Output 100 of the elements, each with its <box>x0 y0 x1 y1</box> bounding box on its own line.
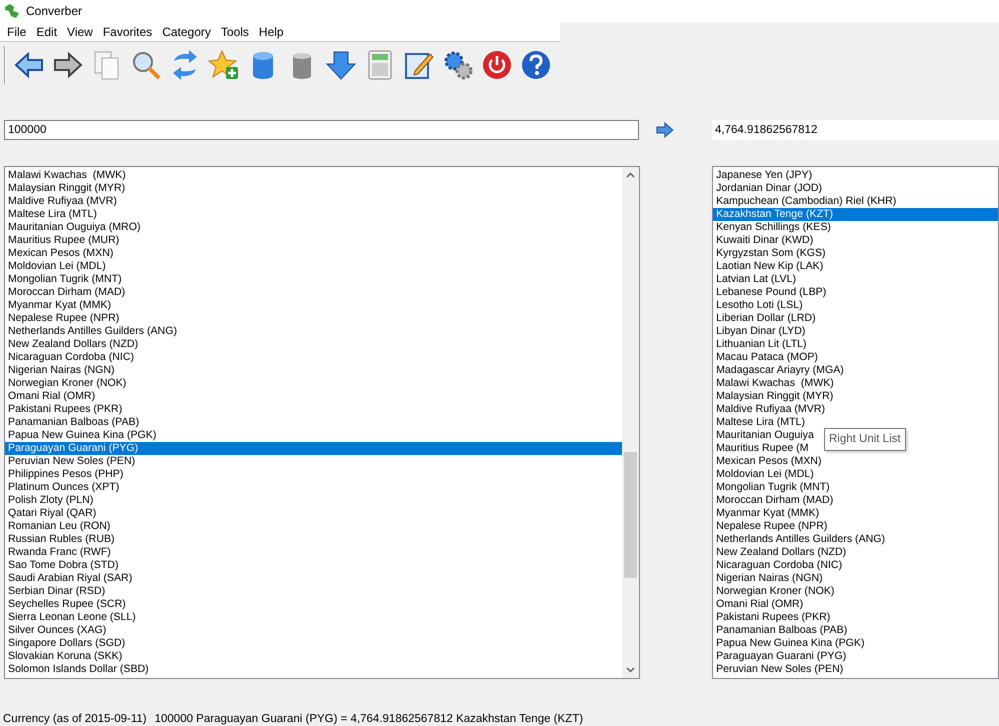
list-item[interactable]: Nigerian Nairas (NGN) <box>5 364 115 377</box>
list-item[interactable]: Lebanese Pound (LBP) <box>713 286 826 299</box>
menu-item[interactable]: View <box>63 22 99 41</box>
down-arrow-icon[interactable] <box>325 49 357 81</box>
list-item[interactable]: Maltese Lira (MTL) <box>713 416 805 429</box>
list-item[interactable]: Omani Rial (OMR) <box>713 598 804 611</box>
list-item[interactable]: Moldovian Lei (MDL) <box>713 468 814 481</box>
list-item[interactable]: Mauritius Rupee (M <box>713 442 809 455</box>
list-item[interactable]: Solomon Islands Dollar (SBD) <box>5 663 149 676</box>
list-item[interactable]: Seychelles Rupee (SCR) <box>5 598 126 611</box>
list-item[interactable]: Lithuanian Lit (LTL) <box>713 338 807 351</box>
list-item[interactable]: Mexican Pesos (MXN) <box>713 455 822 468</box>
back-arrow-icon[interactable] <box>13 49 45 81</box>
result-field[interactable]: 4,764.91862567812 <box>712 120 999 140</box>
convert-arrow-icon[interactable] <box>655 122 676 138</box>
left-unit-list[interactable] <box>4 166 640 679</box>
list-item[interactable]: Moroccan Dirham (MAD) <box>5 286 126 299</box>
list-item[interactable]: Mauritius Rupee (MUR) <box>5 234 120 247</box>
list-item[interactable]: Moroccan Dirham (MAD) <box>713 494 834 507</box>
right-unit-list[interactable] <box>712 166 999 679</box>
list-item[interactable]: Japanese Yen (JPY) <box>713 169 812 182</box>
list-item[interactable]: Singapore Dollars (SGD) <box>5 637 126 650</box>
menu-item[interactable]: File <box>3 22 32 41</box>
list-item[interactable]: Nepalese Rupee (NPR) <box>5 312 120 325</box>
list-item[interactable]: Maldive Rufiyaa (MVR) <box>5 195 117 208</box>
list-item[interactable]: Paraguayan Guarani (PYG) <box>713 650 846 663</box>
list-item[interactable]: Mongolian Tugrik (MNT) <box>5 273 122 286</box>
list-item[interactable]: Kampuchean (Cambodian) Riel (KHR) <box>713 195 896 208</box>
list-item[interactable]: Malawi Kwachas (MWK) <box>713 377 834 390</box>
help-icon[interactable] <box>520 49 552 81</box>
power-icon[interactable] <box>481 49 513 81</box>
list-item[interactable]: Myanmar Kyat (MMK) <box>713 507 820 520</box>
list-item[interactable]: Slovakian Koruna (SKK) <box>5 650 122 663</box>
list-item[interactable]: Malawi Kwachas (MWK) <box>5 169 126 182</box>
list-item[interactable]: Peruvian New Soles (PEN) <box>5 455 136 468</box>
list-item[interactable]: Saudi Arabian Riyal (SAR) <box>5 572 132 585</box>
list-item[interactable]: Sao Tome Dobra (STD) <box>5 559 118 572</box>
list-item[interactable]: Pakistani Rupees (PKR) <box>713 611 830 624</box>
list-item[interactable]: Kuwaiti Dinar (KWD) <box>713 234 814 247</box>
list-item[interactable]: Laotian New Kip (LAK) <box>713 260 824 273</box>
list-item[interactable]: Norwegian Kroner (NOK) <box>713 585 834 598</box>
menu-item[interactable]: Tools <box>216 22 255 41</box>
list-item[interactable]: Libyan Dinar (LYD) <box>713 325 806 338</box>
list-item[interactable]: Norwegian Kroner (NOK) <box>5 377 126 390</box>
list-item[interactable]: Romanian Leu (RON) <box>5 520 110 533</box>
list-item[interactable]: Myanmar Kyat (MMK) <box>5 299 112 312</box>
list-item[interactable]: Pakistani Rupees (PKR) <box>5 403 122 416</box>
list-item[interactable]: Kyrgyzstan Som (KGS) <box>713 247 826 260</box>
menu-item[interactable]: Favorites <box>98 22 158 41</box>
list-item[interactable]: Serbian Dinar (RSD) <box>5 585 106 598</box>
list-item[interactable]: Nicaraguan Cordoba (NIC) <box>713 559 842 572</box>
list-item[interactable]: Mexican Pesos (MXN) <box>5 247 114 260</box>
list-item[interactable]: Kazakhstan Tenge (KZT) <box>713 208 998 221</box>
list-item[interactable]: Polish Zloty (PLN) <box>5 494 94 507</box>
list-item[interactable]: Maltese Lira (MTL) <box>5 208 97 221</box>
settings-icon[interactable] <box>442 49 474 81</box>
window-title: Converber <box>26 3 82 20</box>
list-item[interactable]: Netherlands Antilles Guilders (ANG) <box>713 533 886 546</box>
list-item[interactable]: Peruvian New Soles (PEN) <box>713 663 844 676</box>
list-item[interactable]: Sierra Leonan Leone (SLL) <box>5 611 136 624</box>
forward-arrow-icon[interactable] <box>52 49 84 81</box>
list-item[interactable]: Liberian Dollar (LRD) <box>713 312 816 325</box>
list-item[interactable]: Latvian Lat (LVL) <box>713 273 796 286</box>
list-item[interactable]: Russian Rubles (RUB) <box>5 533 115 546</box>
list-item[interactable]: Nicaraguan Cordoba (NIC) <box>5 351 134 364</box>
list-item[interactable]: Paraguayan Guarani (PYG) <box>5 442 622 455</box>
list-item[interactable]: Panamanian Balboas (PAB) <box>713 624 848 637</box>
list-item[interactable]: Mauritanian Ouguiya <box>713 429 814 442</box>
list-item[interactable]: Moldovian Lei (MDL) <box>5 260 106 273</box>
list-item[interactable]: Mauritanian Ouguiya (MRO) <box>5 221 140 234</box>
list-item[interactable]: Rwanda Franc (RWF) <box>5 546 111 559</box>
list-item[interactable]: Netherlands Antilles Guilders (ANG) <box>5 325 177 338</box>
scrollbar-thumb[interactable] <box>624 452 638 578</box>
menu-item[interactable]: Category <box>158 22 217 41</box>
list-item[interactable]: New Zealand Dollars (NZD) <box>5 338 138 351</box>
list-item[interactable]: Maldive Rufiyaa (MVR) <box>713 403 826 416</box>
search-icon[interactable] <box>130 49 162 81</box>
list-item[interactable]: Panamanian Balboas (PAB) <box>5 416 140 429</box>
list-item[interactable]: Jordanian Dinar (JOD) <box>713 182 822 195</box>
menu-item[interactable]: Help <box>254 22 290 41</box>
list-item[interactable]: Qatari Riyal (QAR) <box>5 507 96 520</box>
list-item[interactable]: Papua New Guinea Kina (PGK) <box>713 637 864 650</box>
list-item[interactable]: Platinum Ounces (XPT) <box>5 481 120 494</box>
list-item[interactable]: Silver Ounces (XAG) <box>5 624 106 637</box>
list-item[interactable]: Papua New Guinea Kina (PGK) <box>5 429 156 442</box>
list-item[interactable]: Philippines Pesos (PHP) <box>5 468 124 481</box>
list-item[interactable]: Malaysian Ringgit (MYR) <box>713 390 834 403</box>
list-item[interactable]: New Zealand Dollars (NZD) <box>713 546 846 559</box>
list-item[interactable]: Kenyan Schillings (KES) <box>713 221 831 234</box>
star-plus-icon[interactable] <box>208 49 240 81</box>
list-item[interactable]: Madagascar Ariayry (MGA) <box>713 364 844 377</box>
list-item[interactable]: Omani Rial (OMR) <box>5 390 96 403</box>
menu-item[interactable]: Edit <box>32 22 64 41</box>
amount-input-field[interactable]: 100000 <box>4 120 640 140</box>
list-item[interactable]: Nigerian Nairas (NGN) <box>713 572 823 585</box>
list-item[interactable]: Malaysian Ringgit (MYR) <box>5 182 126 195</box>
list-item[interactable]: Nepalese Rupee (NPR) <box>713 520 828 533</box>
list-item[interactable]: Mongolian Tugrik (MNT) <box>713 481 830 494</box>
list-item[interactable]: Macau Pataca (MOP) <box>713 351 818 364</box>
list-item[interactable]: Lesotho Loti (LSL) <box>713 299 803 312</box>
